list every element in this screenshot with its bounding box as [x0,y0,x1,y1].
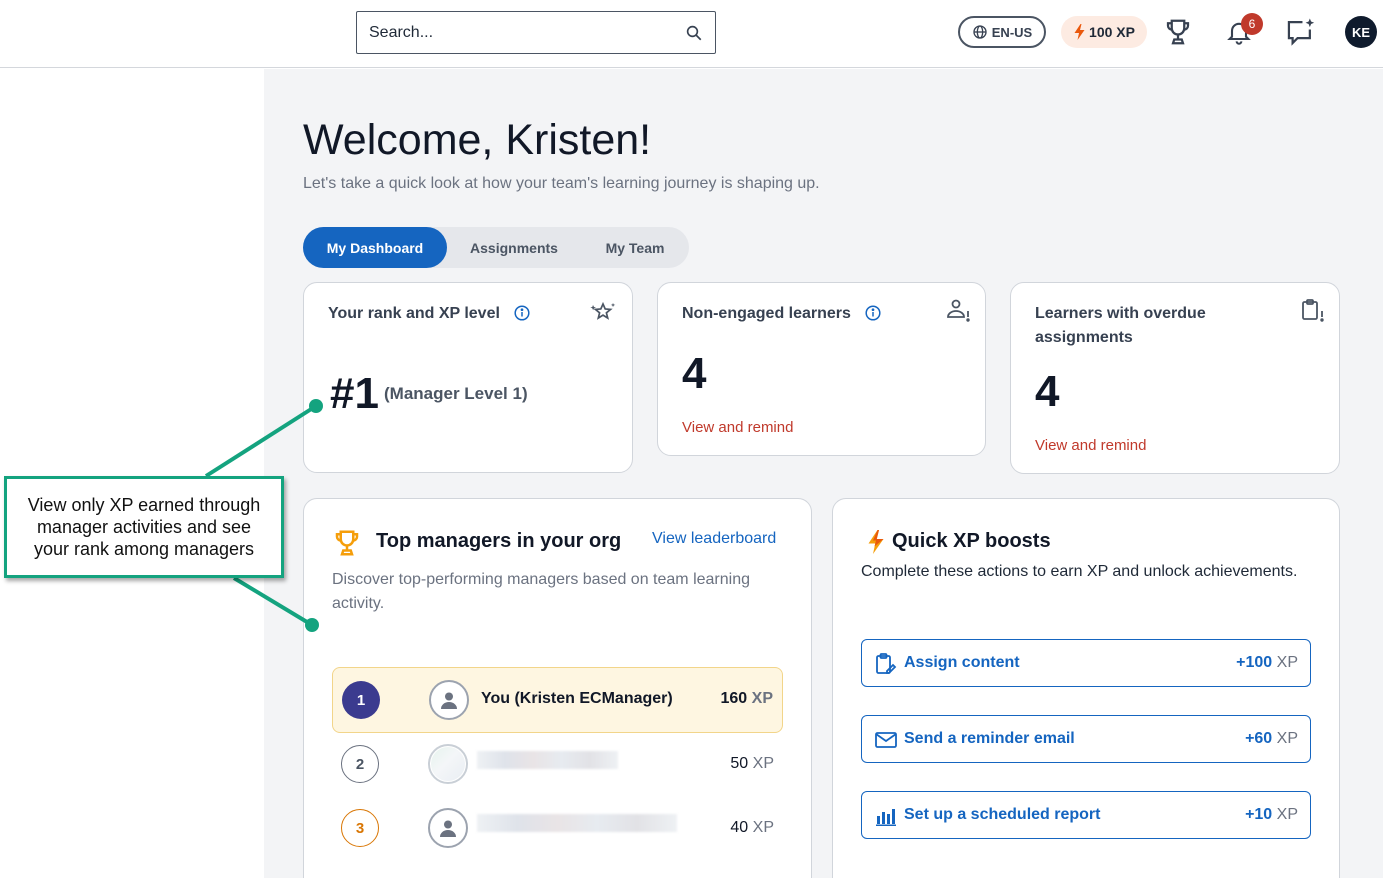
page-subtitle: Let's take a quick look at how your team… [303,175,820,192]
info-icon[interactable] [865,305,881,321]
clipboard-edit-icon [876,653,897,674]
boost-xp: +60 [1245,730,1273,747]
annotation-callout: View only XP earned through manager acti… [4,476,284,578]
quick-xp-title: Quick XP boosts [892,530,1051,552]
rank-badge-1: 1 [342,681,380,719]
rank-badge-3: 3 [341,809,379,847]
globe-icon [973,25,987,39]
bar-chart-icon [876,809,896,826]
clipboard-alert-icon [1302,299,1324,322]
tab-my-dashboard[interactable]: My Dashboard [303,227,447,268]
overdue-view-remind-link[interactable]: View and remind [1035,437,1146,454]
notification-count-badge: 6 [1241,13,1263,35]
tab-assignments[interactable]: Assignments [453,227,575,268]
overdue-card: Learners with overdue assignments 4 View… [1010,282,1340,474]
xp-unit: XP [1276,730,1298,747]
stars-icon [590,301,616,320]
rank-value: #1 [330,369,379,418]
redacted-name [477,814,677,832]
xp-unit: XP [751,690,773,707]
xp-unit: XP [752,819,774,836]
user-avatar[interactable]: KE [1345,16,1377,48]
leaderboard-xp: 50 [730,755,749,772]
lightning-icon [1074,24,1085,40]
boost-label: Set up a scheduled report [904,806,1101,823]
avatar [429,680,469,720]
language-label: EN-US [991,24,1033,40]
xp-badge[interactable]: 100 XP [1061,16,1147,48]
leaderboard-title: Top managers in your org [376,530,622,552]
user-icon [440,820,456,837]
xp-label: 100 XP [1089,24,1135,40]
trophy-icon [1166,19,1190,45]
page-title: Welcome, Kristen! [303,116,652,164]
assign-content-button[interactable]: Assign content +100 XP [861,639,1311,687]
avatar-photo [431,747,465,781]
user-alert-icon [947,299,970,322]
search-input[interactable] [369,21,669,45]
overdue-title-line2: assignments [1035,329,1133,346]
language-selector[interactable]: EN-US [958,16,1046,48]
avatar [428,744,468,784]
mail-icon [875,732,897,748]
rank-card: Your rank and XP level #1 (Manager Level… [303,282,633,473]
xp-unit: XP [1276,806,1298,823]
non-engaged-count: 4 [682,349,707,398]
rank-level: (Manager Level 1) [384,384,528,403]
feedback-button[interactable] [1284,14,1316,50]
search-icon[interactable] [685,24,703,42]
quick-xp-description: Complete these actions to earn XP and un… [861,563,1298,580]
tab-my-team[interactable]: My Team [583,227,687,268]
top-bar: EN-US 100 XP 6 KE [0,0,1383,68]
leaderboard-xp: 40 [730,819,749,836]
leaderboard-name: You (Kristen ECManager) [481,690,673,707]
view-leaderboard-link[interactable]: View leaderboard [652,530,776,548]
tab-bar: My Dashboard Assignments My Team [303,227,689,268]
redacted-name [477,751,618,769]
search-box[interactable] [356,11,716,54]
xp-unit: XP [752,755,774,772]
non-engaged-card: Non-engaged learners 4 View and remind [657,282,986,456]
user-icon [441,692,457,709]
non-engaged-view-remind-link[interactable]: View and remind [682,419,793,436]
leaderboard-description: Discover top-performing managers based o… [332,571,750,612]
overdue-count: 4 [1035,367,1060,416]
boost-xp: +100 [1236,654,1273,671]
trophy-button[interactable] [1162,14,1194,50]
rank-badge-2: 2 [341,745,379,783]
scheduled-report-button[interactable]: Set up a scheduled report +10 XP [861,791,1311,839]
info-icon[interactable] [514,305,530,321]
app-root: EN-US 100 XP 6 KE Welcome, Kristen! Let'… [0,0,1383,878]
chat-sparkle-icon [1287,18,1315,46]
send-reminder-button[interactable]: Send a reminder email +60 XP [861,715,1311,763]
boost-label: Send a reminder email [904,730,1075,747]
rank-card-title: Your rank and XP level [328,305,500,322]
overdue-title-line1: Learners with overdue [1035,305,1206,322]
non-engaged-title: Non-engaged learners [682,305,851,322]
boost-label: Assign content [904,654,1020,671]
xp-unit: XP [1276,654,1298,671]
trophy-icon [335,530,359,556]
avatar [428,808,468,848]
lightning-icon [868,530,884,554]
boost-xp: +10 [1245,806,1273,823]
leaderboard-xp: 160 [720,690,748,707]
